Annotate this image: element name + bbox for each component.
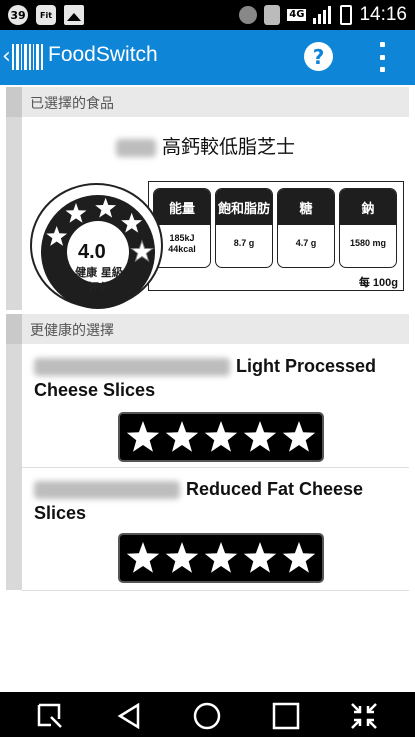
alternative-name: Reduced Fat Cheese Slices [34, 477, 404, 525]
star-icon [126, 421, 160, 452]
product-name-text: 高鈣較低脂芝士 [162, 136, 296, 158]
recents-nav-icon[interactable] [271, 701, 301, 731]
nutrient-cell-saturated-fat: 飽和脂肪 8.7 g [215, 188, 273, 268]
navigation-bar [0, 692, 415, 737]
notification-count-icon: 39 [8, 5, 28, 25]
selected-food-header: 已選擇的食品 [6, 87, 409, 117]
alternative-item-2[interactable]: Reduced Fat Cheese Slices [22, 469, 409, 591]
barcode-logo-icon [11, 44, 44, 70]
brand-redacted [34, 358, 230, 377]
star-icon [165, 421, 199, 452]
brand-redacted [116, 138, 156, 157]
nutrient-value: 1580 mg [349, 238, 387, 248]
health-star-rating-label: 健康 星級 評分 [75, 266, 123, 294]
star-rating [118, 412, 324, 462]
clock: 14:16 [359, 4, 407, 25]
nutrient-value: 8.7 g [233, 238, 255, 248]
star-icon [282, 421, 316, 452]
star-icon [126, 542, 160, 573]
star-icon [243, 421, 277, 452]
dot-icon [379, 42, 385, 47]
section-strip [6, 344, 22, 590]
brand-redacted [34, 481, 180, 500]
network-type-icon: 4G [287, 9, 307, 21]
app-title: FoodSwitch [48, 43, 158, 66]
per-100g-label: 每 100g [358, 277, 398, 289]
star-icon [165, 542, 199, 573]
star-icon [204, 421, 238, 452]
nutrient-cell-sugar: 糖 4.7 g [277, 188, 335, 268]
app-bar: ‹ FoodSwitch ? [0, 30, 415, 85]
image-notification-icon [64, 5, 84, 25]
nutrient-name: 飽和脂肪 [216, 189, 272, 227]
healthier-choices-header-label: 更健康的選擇 [30, 323, 114, 339]
dot-icon [379, 67, 385, 72]
help-button[interactable]: ? [304, 42, 333, 71]
fit-app-icon: Fit [36, 5, 56, 25]
star-rating [118, 533, 324, 583]
home-nav-icon[interactable] [192, 701, 222, 731]
status-bar: 39 Fit 4G 14:16 [0, 0, 415, 30]
star-icon [204, 542, 238, 573]
healthier-choices-header: 更健康的選擇 [6, 314, 409, 344]
battery-icon [340, 5, 353, 25]
nutrient-name: 能量 [154, 189, 210, 227]
nutrition-panel: 能量 185kJ 44kcal 飽和脂肪 8.7 g 糖 4.7 g 鈉 158… [30, 179, 404, 309]
back-button[interactable]: ‹ [2, 44, 44, 70]
vibrate-icon [264, 5, 281, 25]
star-icon [243, 542, 277, 573]
health-star-rating-badge: 4.0 健康 星級 評分 [30, 183, 163, 309]
search-nav-icon[interactable] [35, 701, 65, 731]
main-content: 已選擇的食品 高鈣較低脂芝士 能量 185kJ 44kcal 飽和脂肪 8.7 … [0, 85, 415, 692]
nutrient-value: 4.7 g [295, 238, 317, 248]
nutrient-name: 糖 [278, 189, 334, 227]
section-strip [6, 117, 22, 310]
back-nav-icon[interactable] [114, 701, 144, 731]
nutrient-cell-sodium: 鈉 1580 mg [339, 188, 397, 268]
alternative-item-1[interactable]: Light Processed Cheese Slices [22, 346, 409, 468]
alternative-name: Light Processed Cheese Slices [34, 354, 404, 402]
nutrient-name: 鈉 [340, 189, 396, 227]
star-icon [282, 542, 316, 573]
signal-icon [313, 6, 333, 24]
nutrient-table: 能量 185kJ 44kcal 飽和脂肪 8.7 g 糖 4.7 g 鈉 158… [148, 181, 404, 291]
bluetooth-icon [239, 6, 258, 24]
selected-product-name: 高鈣較低脂芝士 [116, 132, 295, 159]
collapse-nav-icon[interactable] [349, 701, 379, 731]
overflow-menu-button[interactable] [376, 42, 388, 72]
selected-food-header-label: 已選擇的食品 [30, 96, 114, 112]
dot-icon [379, 54, 385, 60]
chevron-left-icon: ‹ [2, 44, 11, 69]
health-star-rating-value: 4.0 [78, 241, 106, 263]
